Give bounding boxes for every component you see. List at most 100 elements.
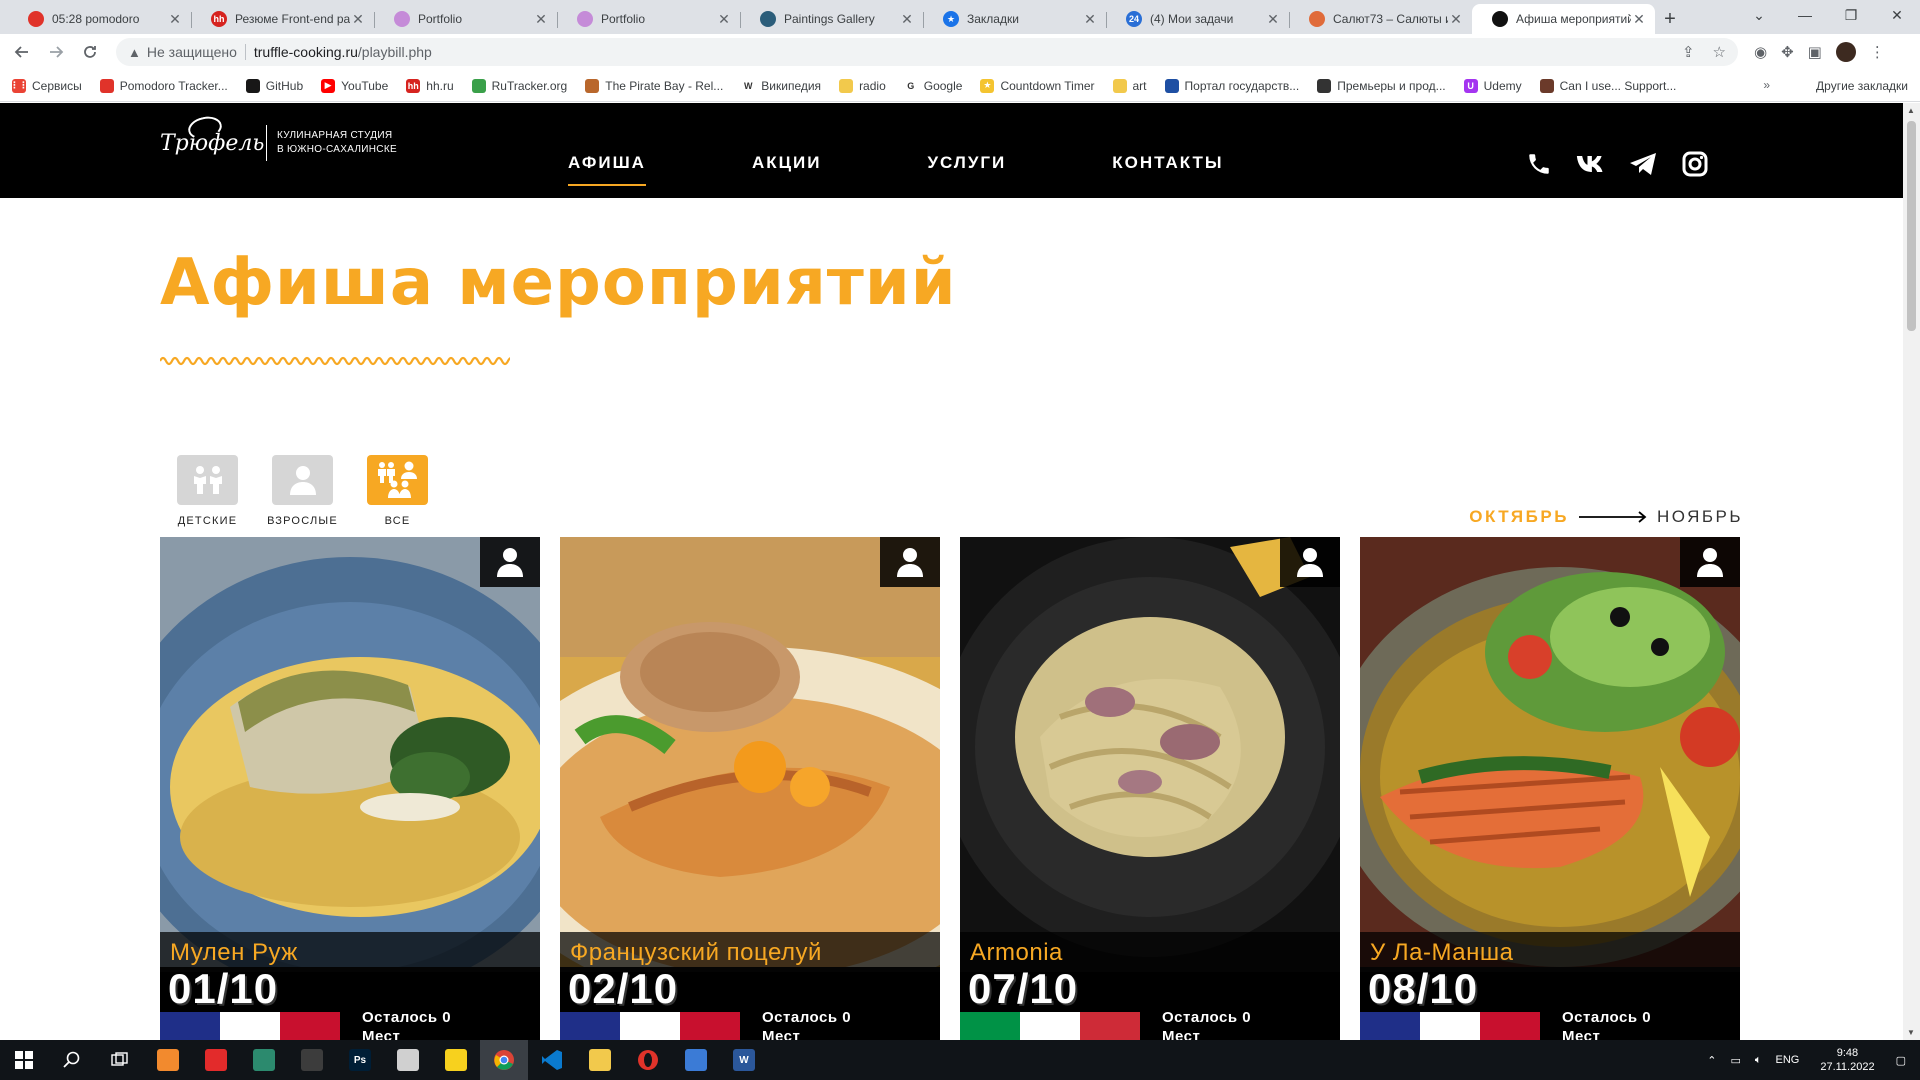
page-scrollbar[interactable]: ▲ ▼ <box>1903 103 1920 1040</box>
volume-icon[interactable]: 🔈︎ <box>1755 1054 1762 1067</box>
browser-tab[interactable]: 05:28 pomodoro ✕ <box>8 4 191 34</box>
close-tab-icon[interactable]: ✕ <box>1448 11 1464 28</box>
app2-icon[interactable] <box>672 1040 720 1080</box>
close-tab-icon[interactable]: ✕ <box>716 11 732 28</box>
photoshop-icon[interactable]: Ps <box>336 1040 384 1080</box>
vpn-icon[interactable] <box>240 1040 288 1080</box>
close-tab-icon[interactable]: ✕ <box>533 11 549 28</box>
app-icon[interactable] <box>288 1040 336 1080</box>
scroll-down-icon[interactable]: ▼ <box>1907 1028 1915 1037</box>
close-tab-icon[interactable]: ✕ <box>899 11 915 28</box>
task-view-icon[interactable] <box>96 1040 144 1080</box>
security-label[interactable]: Не защищено <box>147 44 237 60</box>
bookmark-item[interactable]: ★ Countdown Timer <box>980 78 1095 93</box>
tray-overflow-icon[interactable]: ⌃ <box>1707 1054 1716 1067</box>
browser-tab[interactable]: Portfolio ✕ <box>557 4 740 34</box>
close-tab-icon[interactable]: ✕ <box>167 11 183 28</box>
bookmark-item[interactable]: W Википедия <box>741 78 821 93</box>
sidepanel-icon[interactable]: ▣ <box>1808 43 1822 61</box>
bookmark-item[interactable]: U Udemy <box>1463 78 1522 93</box>
browser-tab[interactable]: Афиша мероприятий ✕ <box>1472 4 1655 34</box>
filter-kids[interactable]: ДЕТСКИЕ <box>160 455 255 527</box>
warning-icon[interactable]: ▲ <box>128 45 141 60</box>
close-tab-icon[interactable]: ✕ <box>350 11 366 28</box>
vscode-icon[interactable] <box>528 1040 576 1080</box>
telegram-icon[interactable] <box>1628 150 1658 178</box>
event-card[interactable]: Французский поцелуй 02/10 Осталось 0 Мес… <box>560 537 940 1040</box>
notifications-icon[interactable]: ▢ <box>1896 1054 1906 1067</box>
instagram-icon[interactable] <box>1680 150 1710 178</box>
forward-button[interactable] <box>42 38 70 66</box>
browser-tab[interactable]: 24 (4) Мои задачи ✕ <box>1106 4 1289 34</box>
nav-item-afisha[interactable]: АФИША <box>568 153 646 186</box>
language-indicator[interactable]: ENG <box>1776 1054 1800 1066</box>
bookmark-item[interactable]: radio <box>839 78 886 93</box>
new-tab-button[interactable]: + <box>1655 4 1685 34</box>
xampp-icon[interactable] <box>144 1040 192 1080</box>
extension-icon[interactable]: ◉ <box>1754 43 1767 61</box>
browser-tab[interactable]: Салют73 – Салюты и ✕ <box>1289 4 1472 34</box>
explorer-icon[interactable] <box>576 1040 624 1080</box>
puzzle-icon[interactable]: ✥ <box>1781 43 1794 61</box>
nav-item-uslugi[interactable]: УСЛУГИ <box>927 153 1006 173</box>
search-icon[interactable] <box>48 1040 96 1080</box>
scroll-up-icon[interactable]: ▲ <box>1907 106 1915 115</box>
bookmark-item[interactable]: The Pirate Bay - Rel... <box>585 78 723 93</box>
event-card[interactable]: Armonia 07/10 Осталось 0 Мест <box>960 537 1340 1040</box>
profile-avatar[interactable] <box>1835 42 1856 62</box>
bookmarks-overflow-button[interactable]: » <box>1763 78 1770 92</box>
browser-toolbar: ▲ Не защищено truffle-cooking.ru/playbil… <box>0 34 1920 70</box>
media-player-icon[interactable] <box>192 1040 240 1080</box>
close-tab-icon[interactable]: ✕ <box>1082 11 1098 28</box>
nav-item-aktsii[interactable]: АКЦИИ <box>752 153 822 173</box>
back-button[interactable] <box>8 38 36 66</box>
phone-icon[interactable] <box>1524 150 1554 178</box>
bookmark-item[interactable]: Портал государств... <box>1164 78 1299 93</box>
filter-all[interactable]: ВСЕ <box>350 455 445 527</box>
url-text[interactable]: truffle-cooking.ru/playbill.php <box>254 44 1682 60</box>
bookmark-item[interactable]: Can I use... Support... <box>1539 78 1676 93</box>
filter-adults[interactable]: ВЗРОСЛЫЕ <box>255 455 350 527</box>
minimize-button[interactable]: — <box>1782 0 1828 30</box>
bookmark-item[interactable]: ⋮⋮ Сервисы <box>10 78 82 93</box>
browser-tab[interactable]: hh Резюме Front-end ра ✕ <box>191 4 374 34</box>
nav-item-kontakty[interactable]: КОНТАКТЫ <box>1112 153 1223 173</box>
paint-icon[interactable] <box>384 1040 432 1080</box>
event-card[interactable]: У Ла-Манша 08/10 Осталось 0 Мест <box>1360 537 1740 1040</box>
browser-tab[interactable]: Portfolio ✕ <box>374 4 557 34</box>
reload-button[interactable] <box>76 38 104 66</box>
close-window-button[interactable]: ✕ <box>1874 0 1920 30</box>
other-bookmarks[interactable]: Другие закладки <box>1816 70 1908 102</box>
bookmark-item[interactable]: RuTracker.org <box>471 78 567 93</box>
browser-tab[interactable]: Paintings Gallery ✕ <box>740 4 923 34</box>
network-icon[interactable]: ▭ <box>1730 1054 1740 1067</box>
windows-start-icon[interactable] <box>0 1040 48 1080</box>
clock[interactable]: 9:48 27.11.2022 <box>1820 1046 1874 1074</box>
opera-icon[interactable] <box>624 1040 672 1080</box>
share-icon[interactable]: ⇪ <box>1682 43 1695 61</box>
address-bar[interactable]: ▲ Не защищено truffle-cooking.ru/playbil… <box>116 38 1738 66</box>
bookmark-item[interactable]: Pomodoro Tracker... <box>99 78 228 93</box>
menu-kebab-icon[interactable]: ⋮ <box>1870 43 1885 61</box>
vk-icon[interactable] <box>1576 150 1606 178</box>
scrollbar-thumb[interactable] <box>1907 121 1916 331</box>
site-logo[interactable]: Трюфель КУЛИНАРНАЯ СТУДИЯ В ЮЖНО-САХАЛИН… <box>160 113 397 161</box>
close-tab-icon[interactable]: ✕ <box>1631 11 1647 28</box>
restore-button[interactable]: ❐ <box>1828 0 1874 30</box>
browser-tab[interactable]: ★ Закладки ✕ <box>923 4 1106 34</box>
tab-search-button[interactable]: ⌄ <box>1736 0 1782 30</box>
word-icon[interactable]: W <box>720 1040 768 1080</box>
close-tab-icon[interactable]: ✕ <box>1265 11 1281 28</box>
month-next[interactable]: НОЯБРЬ <box>1657 507 1743 527</box>
bookmark-item[interactable]: G Google <box>903 78 962 93</box>
bookmark-item[interactable]: art <box>1112 78 1147 93</box>
month-current[interactable]: ОКТЯБРЬ <box>1469 507 1569 527</box>
bookmark-star-icon[interactable]: ☆ <box>1713 43 1726 61</box>
potplayer-icon[interactable] <box>432 1040 480 1080</box>
event-card[interactable]: Мулен Руж 01/10 Осталось 0 Мест <box>160 537 540 1040</box>
chrome-icon[interactable] <box>480 1040 528 1080</box>
bookmark-item[interactable]: GitHub <box>245 78 303 93</box>
bookmark-item[interactable]: hh hh.ru <box>406 78 454 93</box>
bookmark-item[interactable]: Премьеры и прод... <box>1317 78 1446 93</box>
bookmark-item[interactable]: ▶ YouTube <box>321 78 388 93</box>
